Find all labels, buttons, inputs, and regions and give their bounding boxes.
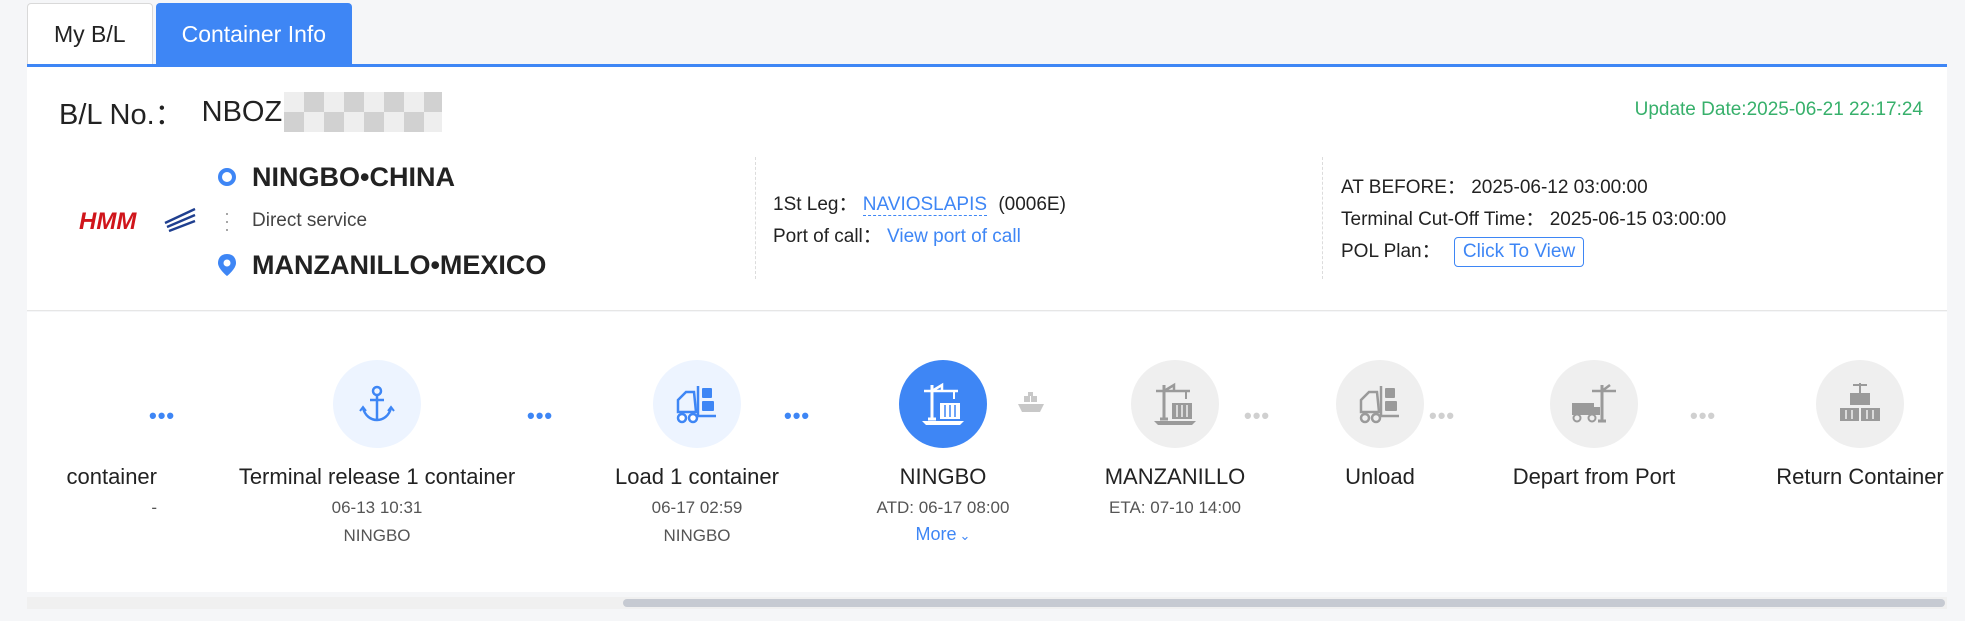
bl-summary-panel: B/L No.： NBOZ Update Date:2025-06-21 22:… [27, 67, 1947, 311]
origin-port: NINGBO•CHINA [216, 157, 546, 197]
timeline-node-label: NINGBO [899, 464, 987, 489]
timeline-node-date: 06-17 02:59 [651, 498, 743, 517]
chevron-down-icon: ⌄ [959, 528, 971, 543]
container-stack-icon [1816, 360, 1904, 448]
tab-bar: My B/L Container Info [27, 3, 353, 65]
route-block: NINGBO•CHINA · · · Direct service MANZANIL… [216, 157, 546, 285]
tab-container-info[interactable]: Container Info [155, 3, 353, 65]
connector-dots-icon: ••• [1690, 403, 1717, 428]
vessel-link[interactable]: NAVIOSLAPIS [862, 194, 988, 216]
more-toggle[interactable]: More ⌄ [813, 524, 1073, 545]
timeline-node-ningbo[interactable]: NINGBO ATD: 06-17 08:00 More ⌄ [813, 360, 1073, 545]
first-leg-label: 1St Leg： [773, 194, 858, 215]
timeline-node-place: NINGBO [343, 526, 411, 545]
connector-dots-icon: ••• [149, 403, 176, 428]
forklift-icon [653, 360, 741, 448]
connector-dots-icon: ••• [784, 403, 811, 428]
carrier-logo-text: HMM [79, 208, 137, 235]
forklift-icon [1336, 360, 1424, 448]
at-before-value: 2025-06-12 03:00:00 [1471, 177, 1648, 198]
truck-crane-icon [1550, 360, 1638, 448]
container-timeline: container - ••• Terminal release 1 conta… [27, 312, 1947, 592]
timeline-node-load[interactable]: Load 1 container 06-17 02:59 NINGBO [567, 360, 827, 546]
timeline-node-container: container - [27, 360, 157, 518]
timeline-node-date: ETA: 07-10 14:00 [1109, 498, 1241, 517]
cutoff-info: AT BEFORE： 2025-06-12 03:00:00 Terminal … [1341, 172, 1726, 268]
timeline-node-label: Load 1 container [615, 464, 779, 489]
timeline-node-date: - [151, 498, 157, 517]
vertical-dots-icon: · · · [224, 203, 230, 239]
update-date: Update Date:2025-06-21 22:17:24 [1634, 99, 1923, 120]
service-type: · · · Direct service [216, 197, 546, 245]
terminal-cutoff-value: 2025-06-15 03:00:00 [1549, 209, 1727, 230]
pol-plan-view-button[interactable]: Click To View [1453, 237, 1585, 267]
origin-circle-icon [218, 168, 236, 186]
bl-label: B/L No.： [59, 99, 184, 131]
timeline-node-label: Terminal release 1 container [238, 464, 516, 489]
timeline-node-label: container [66, 464, 157, 489]
port-crane-icon [1131, 360, 1219, 448]
scrollbar-thumb[interactable] [623, 599, 1945, 607]
timeline-node-return[interactable]: Return Container [1730, 360, 1947, 490]
destination-port-label: MANZANILLO•MEXICO [252, 249, 547, 280]
timeline-node-label: Return Container [1776, 464, 1944, 489]
timeline-node-date: ATD: 06-17 08:00 [876, 498, 1010, 517]
destination-port: MANZANILLO•MEXICO [216, 245, 546, 285]
origin-port-label: NINGBO•CHINA [252, 161, 455, 192]
view-port-of-call-link[interactable]: View port of call [887, 226, 1021, 247]
redacted-mosaic [284, 92, 443, 132]
service-label: Direct service [252, 210, 368, 231]
leg-info: 1St Leg： NAVIOSLAPIS (0006E) Port of cal… [773, 189, 1066, 253]
more-label: More [915, 524, 957, 544]
bl-number-row: B/L No.： NBOZ [59, 91, 443, 133]
port-of-call-label: Port of call： [773, 226, 882, 247]
tab-my-bl[interactable]: My B/L [27, 3, 153, 65]
anchor-icon [333, 360, 421, 448]
voyage-number: (0006E) [998, 194, 1066, 215]
at-before-label: AT BEFORE： [1341, 177, 1466, 198]
timeline-node-label: Depart from Port [1512, 464, 1676, 489]
timeline-node-terminal-release[interactable]: Terminal release 1 container 06-13 10:31… [197, 360, 557, 546]
connector-dots-icon: ••• [527, 403, 554, 428]
divider-2 [1322, 157, 1323, 279]
carrier-logo: HMM [79, 207, 196, 235]
port-crane-icon [899, 360, 987, 448]
timeline-node-place: NINGBO [663, 526, 731, 545]
pol-plan-label: POL Plan： [1341, 241, 1441, 262]
timeline-node-date: 06-13 10:31 [331, 498, 423, 517]
location-pin-icon [218, 254, 236, 276]
bl-value: NBOZ [201, 95, 283, 128]
ship-icon [1016, 392, 1046, 421]
divider-1 [755, 157, 756, 279]
terminal-cutoff-label: Terminal Cut-Off Time： [1341, 209, 1545, 230]
horizontal-scrollbar[interactable] [27, 597, 1947, 609]
